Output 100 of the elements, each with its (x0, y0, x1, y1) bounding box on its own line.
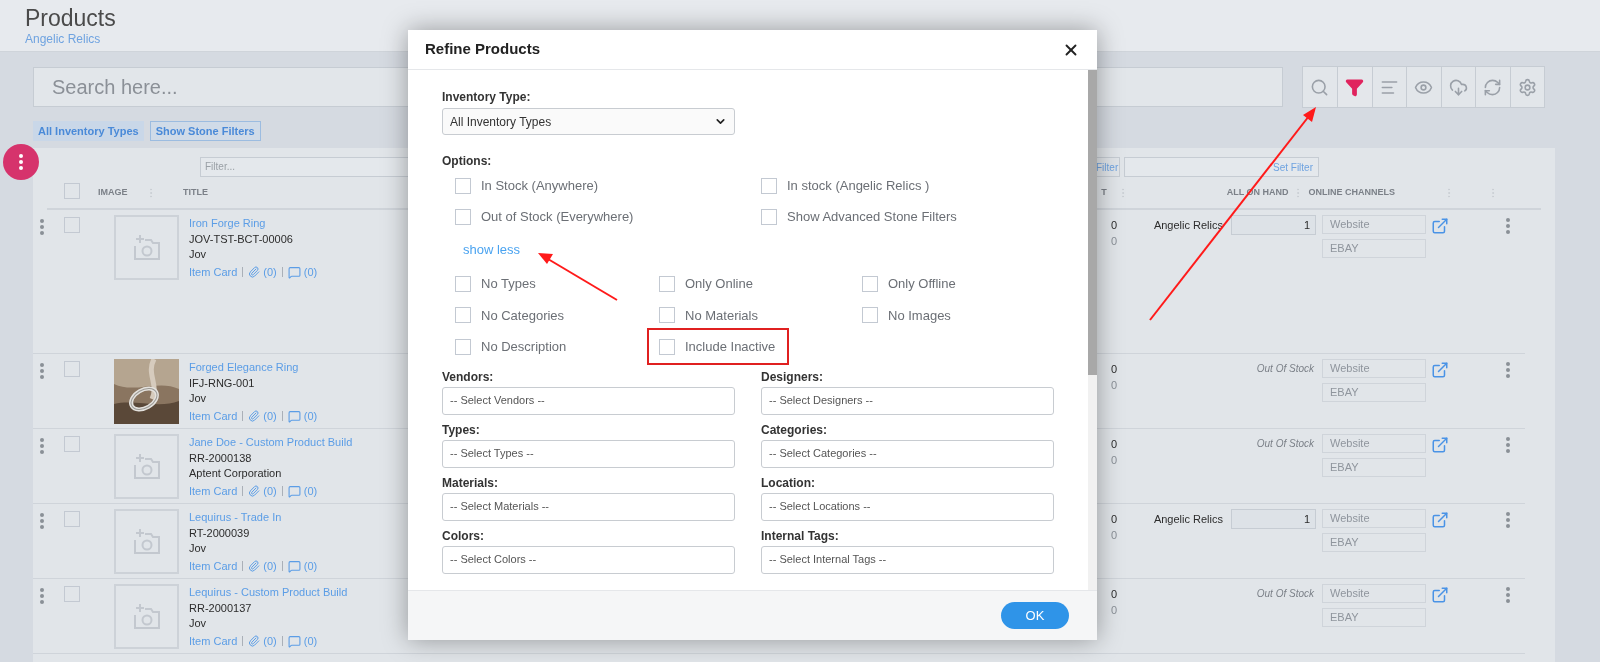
external-link-icon[interactable] (1431, 511, 1449, 529)
option-checkbox[interactable] (455, 275, 471, 292)
option-row[interactable]: No Materials (649, 298, 770, 332)
row-menu-icon[interactable] (40, 438, 44, 454)
item-card-link[interactable]: Item Card (189, 633, 238, 649)
row-checkbox[interactable] (64, 217, 80, 233)
option-checkbox[interactable] (455, 307, 471, 324)
image-placeholder[interactable] (114, 509, 179, 574)
option-checkbox[interactable] (455, 338, 471, 355)
option-checkbox[interactable] (761, 177, 777, 194)
option-label: Out of Stock (Everywhere) (481, 207, 634, 226)
filter-chip[interactable]: All Inventory Types (33, 121, 144, 141)
scrollbar-thumb[interactable] (1088, 70, 1097, 375)
inventory-type-select[interactable]: All Inventory Types (442, 108, 735, 135)
select-all-checkbox[interactable] (64, 182, 80, 199)
ok-button[interactable]: OK (1001, 602, 1069, 629)
option-checkbox[interactable] (455, 208, 471, 225)
channel-field[interactable]: EBAY (1322, 458, 1426, 477)
option-row[interactable]: Only Offline (852, 267, 968, 301)
external-link-icon[interactable] (1431, 361, 1449, 379)
row-menu-icon[interactable] (1506, 587, 1510, 603)
comment-count[interactable]: (0) (303, 264, 318, 280)
attachment-count[interactable]: (0) (263, 408, 277, 424)
product-title-link[interactable]: Lequirus - Trade In (189, 510, 282, 526)
row-checkbox[interactable] (64, 361, 80, 377)
attachment-count[interactable]: (0) (263, 558, 277, 574)
row-checkbox[interactable] (64, 586, 80, 602)
show-less-link[interactable]: show less (463, 240, 521, 260)
row-menu-icon[interactable] (40, 363, 44, 379)
image-placeholder[interactable] (114, 584, 179, 649)
option-row[interactable]: Include Inactive (649, 330, 788, 364)
column-header: IMAGE (98, 186, 128, 199)
channel-field[interactable]: Website (1322, 509, 1426, 528)
comment-count[interactable]: (0) (303, 633, 318, 649)
channel-field[interactable]: Website (1322, 584, 1426, 603)
select-field[interactable]: -- Select Internal Tags -- (761, 545, 1054, 574)
channel-field[interactable]: EBAY (1322, 608, 1426, 627)
attachment-count[interactable]: (0) (263, 264, 277, 280)
option-checkbox[interactable] (455, 177, 471, 194)
select-field[interactable]: -- Select Colors -- (442, 545, 735, 574)
row-menu-icon[interactable] (1506, 218, 1510, 234)
comment-count[interactable]: (0) (303, 483, 318, 499)
select-field[interactable]: -- Select Categories -- (761, 439, 1054, 468)
option-label: No Description (481, 338, 567, 356)
table-cell-text: 0 (1111, 587, 1119, 602)
row-menu-icon[interactable] (1506, 512, 1510, 528)
row-menu-icon[interactable] (40, 219, 44, 235)
external-link-icon[interactable] (1431, 586, 1449, 604)
option-row[interactable]: No Images (852, 298, 963, 332)
select-field[interactable]: -- Select Vendors -- (442, 386, 735, 415)
comment-count[interactable]: (0) (303, 408, 318, 424)
table-cell-text: 0 (1111, 437, 1119, 452)
select-field[interactable]: -- Select Designers -- (761, 386, 1054, 415)
row-checkbox[interactable] (64, 511, 80, 527)
option-row[interactable]: No Types (445, 267, 548, 301)
option-row[interactable]: Only Online (649, 267, 765, 301)
option-checkbox[interactable] (862, 307, 878, 324)
select-field[interactable]: -- Select Materials -- (442, 492, 735, 521)
product-title-link[interactable]: Jane Doe - Custom Product Build (189, 435, 353, 451)
fab-menu-button[interactable] (3, 144, 39, 180)
channel-field[interactable]: EBAY (1322, 533, 1426, 552)
row-menu-icon[interactable] (40, 513, 44, 529)
product-title-link[interactable]: Lequirus - Custom Product Build (189, 585, 348, 601)
option-checkbox[interactable] (659, 307, 675, 324)
external-link-icon[interactable] (1431, 217, 1449, 235)
filter-chip[interactable]: Show Stone Filters (149, 121, 261, 141)
select-field[interactable]: -- Select Locations -- (761, 492, 1054, 521)
item-card-link[interactable]: Item Card (189, 264, 238, 280)
row-menu-icon[interactable] (1506, 362, 1510, 378)
channel-field[interactable]: Website (1322, 434, 1426, 453)
option-checkbox[interactable] (761, 208, 777, 225)
select-field[interactable]: -- Select Types -- (442, 439, 735, 468)
channel-field[interactable]: Website (1322, 215, 1426, 234)
option-checkbox[interactable] (659, 275, 675, 292)
product-title-link[interactable]: Iron Forge Ring (189, 216, 266, 232)
option-row[interactable]: No Categories (445, 298, 577, 332)
row-menu-icon[interactable] (40, 588, 44, 604)
comment-count[interactable]: (0) (303, 558, 318, 574)
external-link-icon[interactable] (1431, 436, 1449, 454)
attachment-count[interactable]: (0) (263, 483, 277, 499)
quantity-field[interactable]: 1 (1231, 509, 1316, 529)
paperclip-icon (248, 410, 261, 423)
quantity-field[interactable]: 1 (1231, 215, 1316, 235)
image-placeholder[interactable] (114, 434, 179, 499)
channel-field[interactable]: EBAY (1322, 239, 1426, 258)
item-card-link[interactable]: Item Card (189, 483, 238, 499)
item-card-link[interactable]: Item Card (189, 558, 238, 574)
row-menu-icon[interactable] (1506, 437, 1510, 453)
product-title-link[interactable]: Forged Elegance Ring (189, 360, 299, 376)
option-row[interactable]: No Description (445, 330, 579, 364)
option-checkbox[interactable] (659, 338, 675, 355)
set-filter-field[interactable]: Set Filter (1124, 157, 1319, 177)
row-checkbox[interactable] (64, 436, 80, 452)
option-checkbox[interactable] (862, 275, 878, 292)
attachment-count[interactable]: (0) (263, 633, 277, 649)
channel-field[interactable]: EBAY (1322, 383, 1426, 402)
image-placeholder[interactable] (114, 215, 179, 280)
store-link[interactable]: Angelic Relics (25, 32, 101, 46)
channel-field[interactable]: Website (1322, 359, 1426, 378)
item-card-link[interactable]: Item Card (189, 408, 238, 424)
